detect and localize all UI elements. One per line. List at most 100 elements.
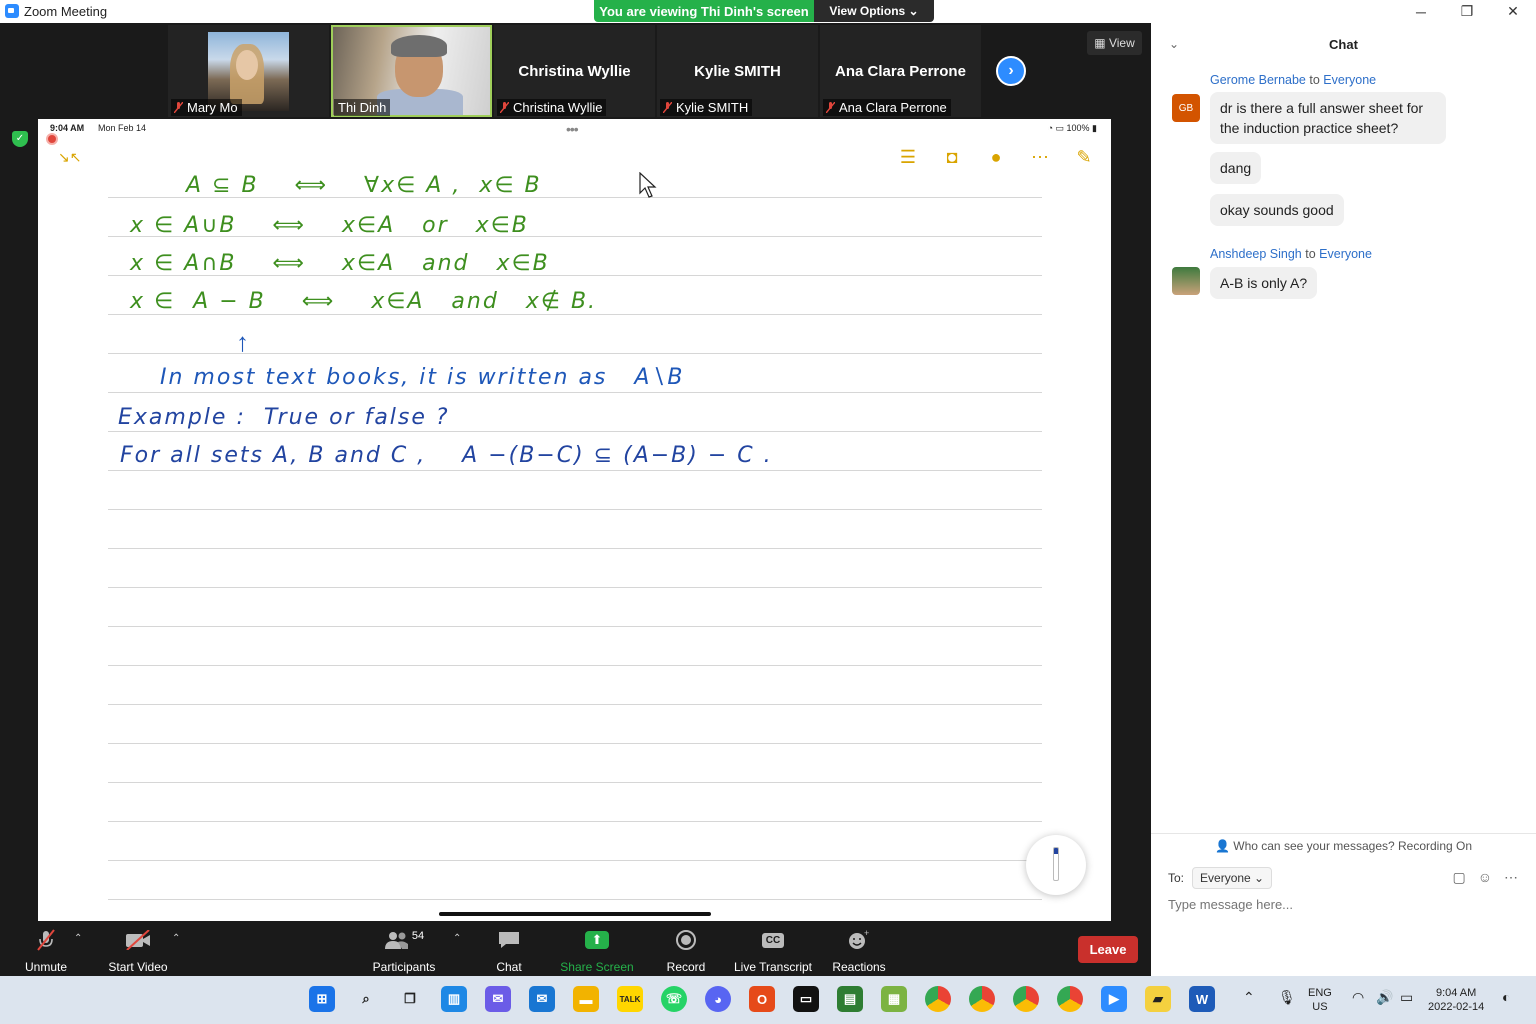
chat-message[interactable]: dang (1210, 152, 1262, 184)
chart-app-icon[interactable]: ▦ (881, 986, 907, 1012)
participant-tile-ana-clara-perrone[interactable]: Ana Clara Perrone Ana Clara Perrone (820, 25, 981, 117)
ruled-line (108, 587, 1042, 588)
ipad-battery: ◔ ▭ 100% ▮ (1047, 123, 1097, 133)
microphone-icon[interactable]: 🎙 (1278, 990, 1296, 1004)
terminal-icon[interactable]: ▭ (793, 986, 819, 1012)
restore-button[interactable]: ❐ (1444, 0, 1490, 23)
zoom-icon[interactable]: ▶ (1101, 986, 1127, 1012)
message-sender[interactable]: Anshdeep Singh (1210, 247, 1302, 261)
ruled-line (108, 548, 1042, 549)
more-icon[interactable]: ⋯ (1504, 869, 1518, 886)
message-header: Anshdeep Singh to Everyone (1210, 247, 1372, 261)
chat-message-input[interactable] (1168, 897, 1518, 912)
audio-options-caret[interactable]: ⌃ (74, 933, 82, 944)
clock[interactable]: 9:04 AM 2022-02-14 (1428, 986, 1484, 1014)
editor-icon[interactable]: ▤ (837, 986, 863, 1012)
avatar: GB (1172, 94, 1200, 122)
recipient-select[interactable]: Everyone ⌄ (1192, 867, 1273, 889)
ruled-line (108, 626, 1042, 627)
participant-tile-mary-mo[interactable]: Mary Mo (168, 25, 329, 117)
record-button[interactable]: Record (662, 929, 710, 974)
leave-button[interactable]: Leave (1078, 936, 1138, 963)
muted-mic-icon (826, 102, 835, 113)
word-icon[interactable]: W (1189, 986, 1215, 1012)
next-participants-button[interactable]: › (996, 56, 1026, 86)
smiley-plus-icon: + (847, 929, 871, 951)
language-indicator[interactable]: ENG US (1308, 986, 1332, 1014)
chat-privacy-notice[interactable]: 👤 Who can see your messages? Recording O… (1151, 833, 1536, 853)
meeting-stage: Mary Mo Thi Dinh Christina Wyllie Christ… (0, 23, 1151, 925)
volume-icon[interactable]: 🔊 (1376, 990, 1393, 1004)
svg-text:+: + (864, 929, 869, 938)
chat-message[interactable]: A-B is only A? (1210, 267, 1318, 299)
privacy-person-icon: 👤 (1214, 839, 1230, 853)
view-button[interactable]: ▦ View (1087, 31, 1142, 55)
unmute-button[interactable]: Unmute (22, 929, 70, 974)
mail-icon[interactable]: ✉ (529, 986, 555, 1012)
live-transcript-button[interactable]: CC Live Transcript (733, 929, 813, 974)
chrome-profile-icon[interactable] (1013, 986, 1039, 1012)
windows-start-icon[interactable]: ⊞ (309, 986, 335, 1012)
to-label: To: (1168, 871, 1185, 885)
pencil-tool-button[interactable] (1026, 835, 1086, 895)
battery-icon[interactable]: ▭ (1400, 990, 1413, 1004)
ruled-line (108, 470, 1042, 471)
close-button[interactable]: ✕ (1490, 0, 1536, 23)
chrome-profile-icon[interactable] (1057, 986, 1083, 1012)
ruled-line (108, 665, 1042, 666)
participant-tile-christina-wyllie[interactable]: Christina Wyllie Christina Wyllie (494, 25, 655, 117)
more-options-icon[interactable]: ⋯ (1029, 147, 1051, 168)
chat-title: Chat (1329, 37, 1358, 52)
message-recipient: Everyone (1323, 73, 1377, 87)
widgets-icon[interactable]: ▥ (441, 986, 467, 1012)
zoom-app-icon (5, 4, 19, 18)
file-icon[interactable]: ▢ (1452, 869, 1465, 886)
shared-screen[interactable]: 9:04 AM Mon Feb 14 ◔ ▭ 100% ▮ ••• ↘↖ ☰ ◘… (38, 119, 1111, 921)
chat-message[interactable]: okay sounds good (1210, 194, 1344, 226)
participants-options-caret[interactable]: ⌃ (453, 933, 461, 944)
search-icon[interactable]: ⌕ (353, 986, 379, 1012)
file-explorer-icon[interactable]: ▬ (573, 986, 599, 1012)
ruled-line (108, 431, 1042, 432)
encryption-shield-icon[interactable]: ✓ (12, 131, 28, 147)
emoji-icon[interactable]: ☺ (1478, 869, 1492, 886)
wifi-icon[interactable]: ◠ (1352, 990, 1364, 1004)
sticky-notes-icon[interactable]: ▰ (1145, 986, 1171, 1012)
chrome-profile-icon[interactable] (969, 986, 995, 1012)
window-title: Zoom Meeting (24, 4, 108, 19)
kakaotalk-icon[interactable]: TALK (617, 986, 643, 1012)
office-icon[interactable]: O (749, 986, 775, 1012)
compose-icon[interactable]: ✎ (1073, 147, 1095, 168)
start-video-button[interactable]: Start Video (104, 929, 172, 974)
checklist-icon[interactable]: ☰ (897, 147, 919, 168)
chat-button[interactable]: Chat (484, 929, 534, 974)
chrome-icon[interactable] (925, 986, 951, 1012)
participants-button[interactable]: 54 Participants (372, 929, 436, 974)
reactions-button[interactable]: + Reactions (830, 929, 888, 974)
discord-icon[interactable]: ◕ (705, 986, 731, 1012)
recording-indicator-icon (46, 133, 58, 145)
ruled-line (108, 704, 1042, 705)
ruled-line (108, 821, 1042, 822)
participant-tile-thi-dinh[interactable]: Thi Dinh (331, 25, 492, 117)
view-options-button[interactable]: View Options ⌄ (814, 0, 934, 22)
task-view-icon[interactable]: ❐ (397, 986, 423, 1012)
message-sender[interactable]: Gerome Bernabe (1210, 73, 1306, 87)
handwritten-note: In most text books, it is written as A∖B (160, 365, 685, 390)
ipad-time: 9:04 AM (50, 123, 85, 133)
chat-message[interactable]: dr is there a full answer sheet for the … (1210, 92, 1446, 144)
participants-icon: 54 (384, 929, 424, 951)
camera-icon[interactable]: ◘ (941, 147, 963, 168)
participant-name: Mary Mo (171, 99, 242, 116)
notifications-icon[interactable]: ◐ (1502, 990, 1510, 1004)
show-hidden-icons-chevron-icon[interactable]: ⌃ (1243, 990, 1255, 1004)
windows-taskbar: ⊞ ⌕ ❐ ▥ ✉ ✉ ▬ TALK ☏ ◕ O ▭ ▤ ▦ ▶ ▰ W ⌃ 🎙… (0, 976, 1536, 1024)
muted-mic-icon (500, 102, 509, 113)
video-options-caret[interactable]: ⌃ (172, 933, 180, 944)
minimize-button[interactable]: ─ (1398, 0, 1444, 23)
share-screen-button[interactable]: ⬆ Share Screen (560, 929, 634, 974)
whatsapp-icon[interactable]: ☏ (661, 986, 687, 1012)
markup-pen-icon[interactable]: ● (985, 147, 1007, 168)
teams-chat-icon[interactable]: ✉ (485, 986, 511, 1012)
participant-tile-kylie-smith[interactable]: Kylie SMITH Kylie SMITH (657, 25, 818, 117)
